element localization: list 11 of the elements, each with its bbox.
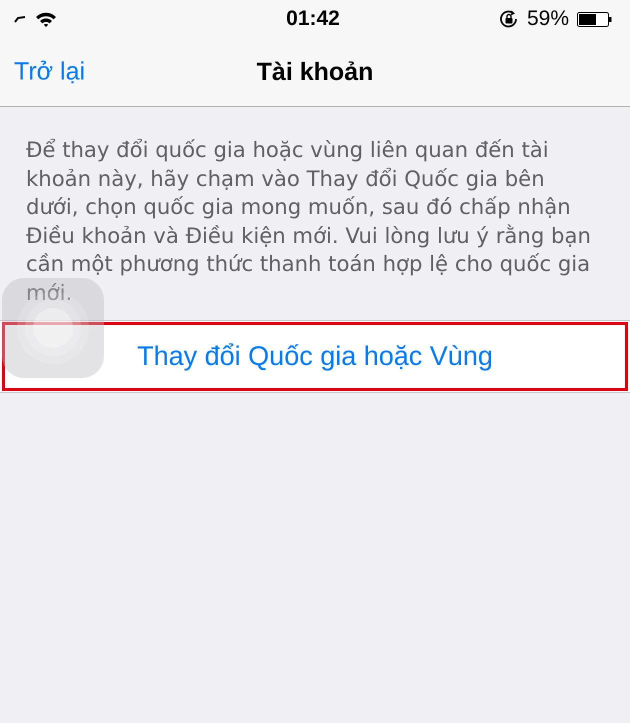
back-button[interactable]: Trở lại xyxy=(14,58,86,86)
assistive-touch-icon[interactable] xyxy=(2,278,104,378)
rotation-lock-icon xyxy=(498,9,519,29)
description-text: Để thay đổi quốc gia hoặc vùng liên quan đến tài khoản này, hãy chạm vào Thay đổi Quốc gia bên dưới, chọn quốc gia mong muốn, sau đó chấp nhận Điều khoản và Điều kiện mới. Vui lòng lưu ý rằng bạn cần một phương thức thanh toán hợp lệ cho quốc gia mới. xyxy=(25,136,592,307)
wifi-icon xyxy=(36,12,56,26)
nav-title: Tài khoản xyxy=(256,58,374,86)
signal-icon xyxy=(14,15,26,23)
battery-icon xyxy=(577,12,612,26)
battery-percentage: 59% xyxy=(526,7,569,31)
status-time: 01:42 xyxy=(286,7,340,31)
change-region-button[interactable]: Thay đổi Quốc gia hoặc Vùng xyxy=(0,320,630,393)
